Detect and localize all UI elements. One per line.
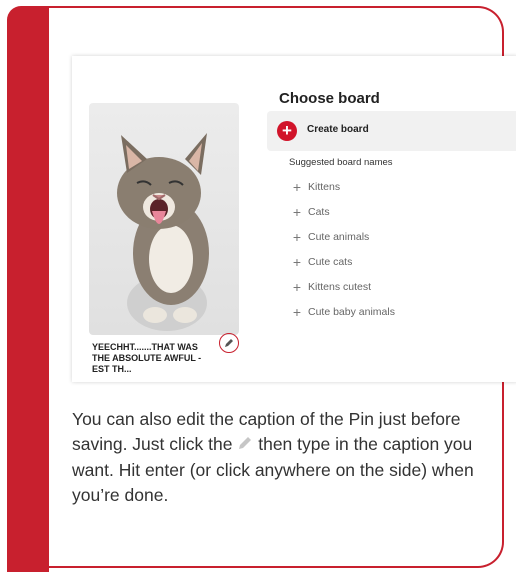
choose-board-dialog: Choose board YEECHHT.......THAT WAS THE …	[72, 56, 516, 382]
plus-icon: +	[292, 278, 302, 295]
suggested-board-item[interactable]: + Cats	[290, 199, 395, 224]
suggested-board-item[interactable]: + Cute animals	[290, 224, 395, 249]
kitten-illustration	[117, 133, 209, 331]
create-board-label: Create board	[307, 124, 369, 135]
help-tip-text: You can also edit the caption of the Pin…	[72, 407, 482, 508]
pencil-icon	[237, 433, 253, 458]
suggested-board-item[interactable]: + Kittens	[290, 174, 395, 199]
suggested-board-label: Kittens cutest	[308, 280, 372, 293]
edit-caption-button[interactable]	[219, 333, 239, 353]
plus-icon: +	[277, 121, 297, 141]
plus-icon: +	[292, 178, 302, 195]
pencil-icon	[225, 339, 233, 347]
pin-caption: YEECHHT.......THAT WAS THE ABSOLUTE AWFU…	[92, 342, 202, 374]
suggested-board-list: + Kittens + Cats + Cute animals + Cute cats …	[290, 174, 395, 324]
create-board-button[interactable]: + Create board	[267, 111, 516, 151]
pin-image	[89, 103, 239, 335]
suggested-board-label: Kittens	[308, 180, 341, 193]
plus-icon: +	[292, 303, 302, 320]
plus-icon: +	[292, 203, 302, 220]
suggested-board-label: Cats	[308, 205, 330, 218]
suggested-board-label: Cute cats	[308, 255, 353, 268]
suggested-board-item[interactable]: + Cute baby animals	[290, 299, 395, 324]
suggested-board-label: Cute animals	[308, 230, 370, 243]
suggested-heading: Suggested board names	[289, 157, 393, 168]
plus-icon: +	[292, 253, 302, 270]
suggested-board-label: Cute baby animals	[308, 305, 395, 318]
plus-icon: +	[292, 228, 302, 245]
suggested-board-item[interactable]: + Cute cats	[290, 249, 395, 274]
suggested-board-item[interactable]: + Kittens cutest	[290, 274, 395, 299]
